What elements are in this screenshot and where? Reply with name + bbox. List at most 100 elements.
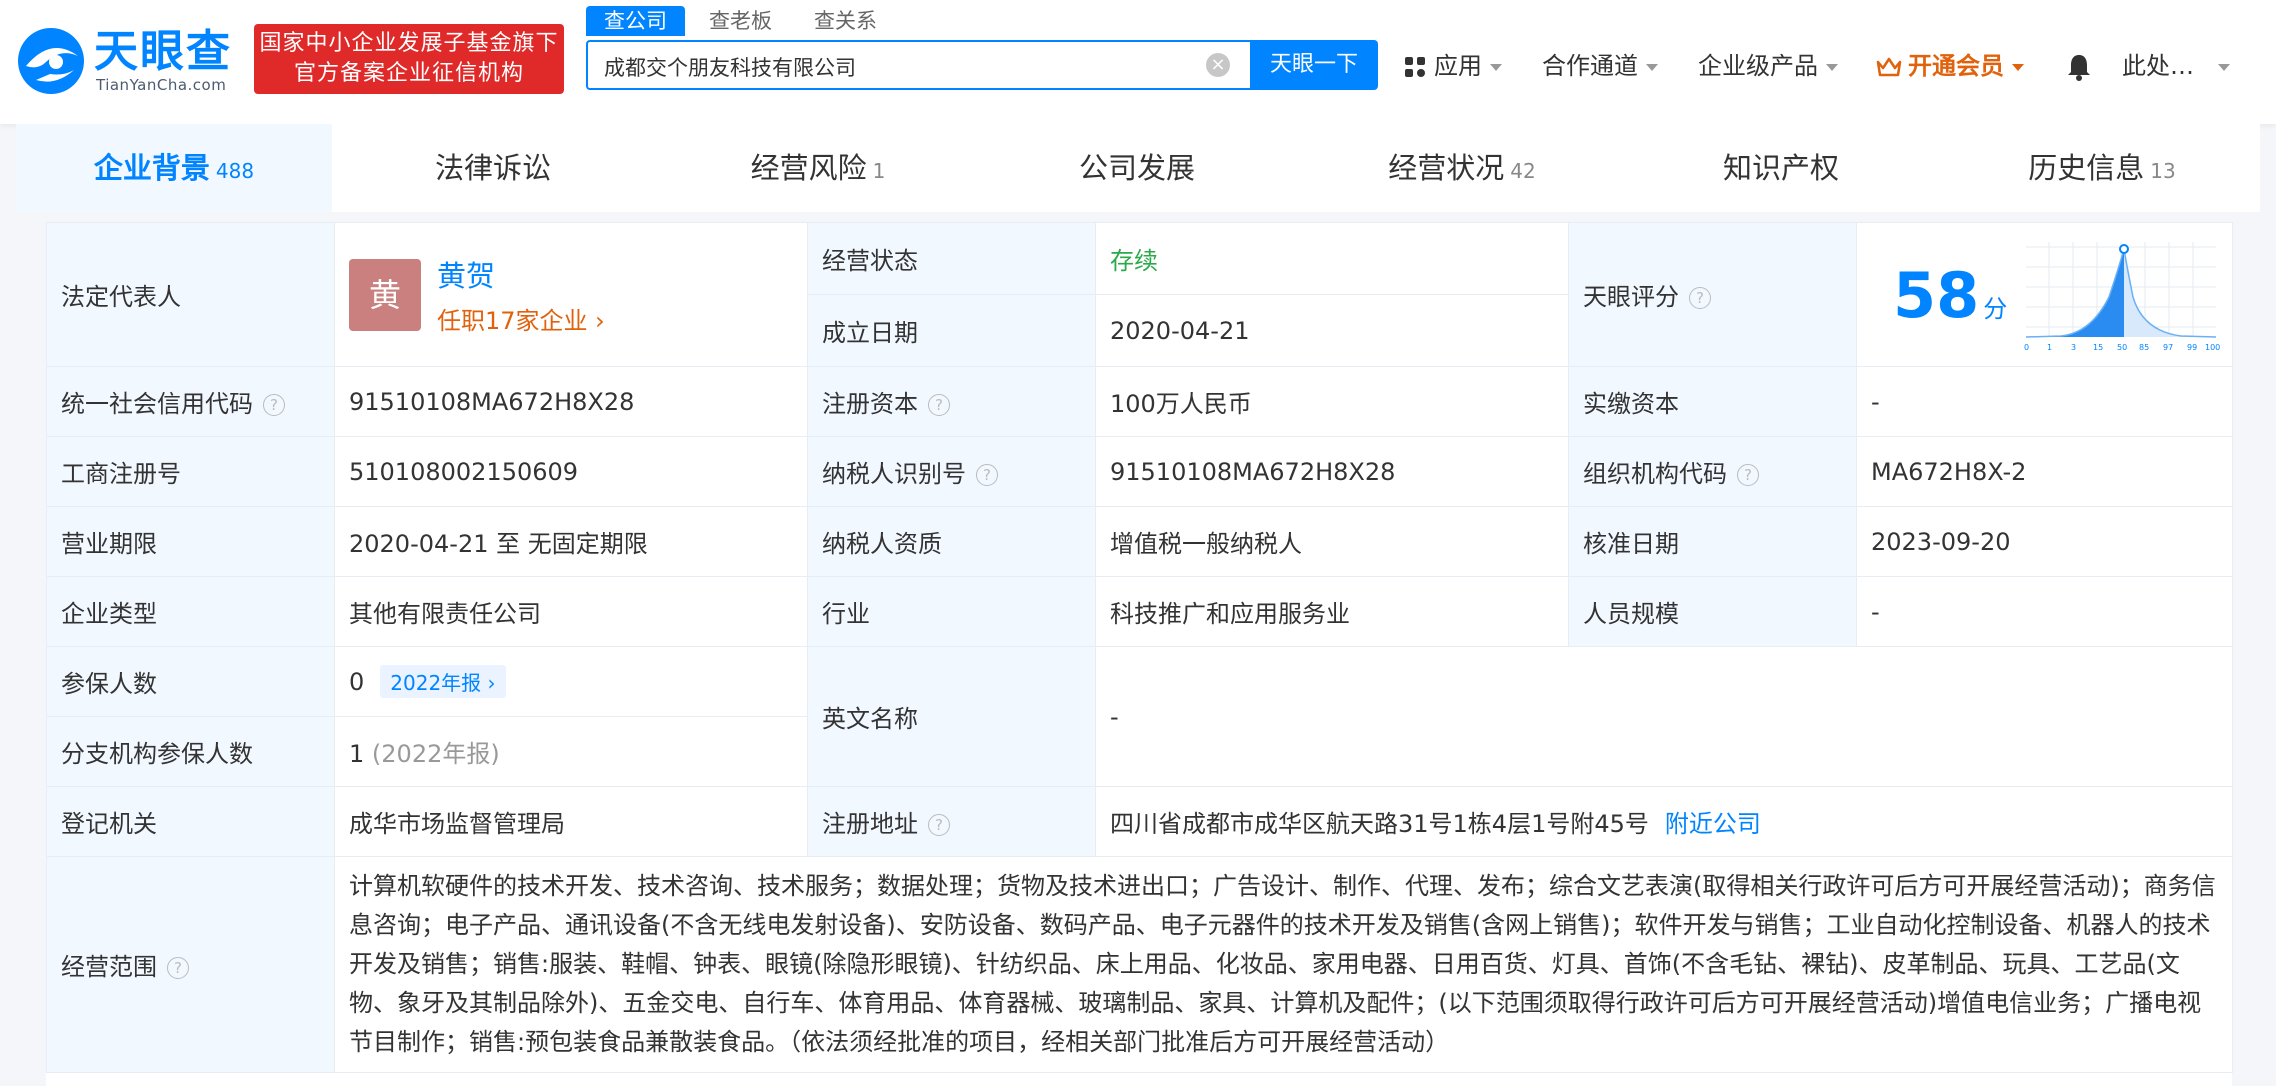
logo-domain: TianYanCha.com xyxy=(96,76,227,94)
score-axis-label: 100 xyxy=(2205,343,2220,352)
tab-company-background[interactable]: 企业背景 488 xyxy=(16,124,332,212)
logo-eye-icon xyxy=(18,28,84,94)
reg-capital-label-cell: 注册资本? xyxy=(807,366,1096,437)
registrar-label: 登记机关 xyxy=(46,786,335,857)
tab-legal-litigation[interactable]: 法律诉讼 xyxy=(338,124,654,212)
branch-insured-label: 分支机构参保人数 xyxy=(46,716,335,787)
address-label: 注册地址 xyxy=(822,810,918,838)
english-name-value: - xyxy=(1095,646,2233,787)
legal-rep-label: 法定代表人 xyxy=(46,222,335,367)
chevron-down-icon xyxy=(1826,63,1838,71)
tab-company-development[interactable]: 公司发展 xyxy=(982,124,1298,212)
established-value: 2020-04-21 xyxy=(1095,294,1569,367)
branch-insured-value: 1 xyxy=(349,740,365,768)
org-code-value: MA672H8X-2 xyxy=(1856,436,2233,507)
nearby-companies-link[interactable]: 附近公司 xyxy=(1665,810,1761,838)
tab-operating-status[interactable]: 经营状况 42 xyxy=(1304,124,1620,212)
biz-reg-no-value: 510108002150609 xyxy=(334,436,808,507)
tab-history[interactable]: 历史信息 13 xyxy=(1944,124,2260,212)
insured-cell: 0 2022年报 › xyxy=(334,646,808,717)
search-input[interactable] xyxy=(602,52,1186,82)
score-cell[interactable]: 58 分 0 1 3 15 50 85 97 99 100 xyxy=(1856,222,2233,367)
tab-operating-risk[interactable]: 经营风险 1 xyxy=(660,124,976,212)
score-axis-label: 3 xyxy=(2071,343,2076,352)
nav-partner-label: 合作通道 xyxy=(1542,52,1638,80)
scope-label: 经营范围 xyxy=(61,953,157,981)
branch-insured-note: (2022年报) xyxy=(371,740,500,768)
reg-capital-label: 注册资本 xyxy=(822,390,918,418)
annual-report-tag[interactable]: 2022年报 › xyxy=(380,665,506,698)
nav-partner[interactable]: 合作通道 xyxy=(1542,46,1658,86)
tab-label: 经营风险 xyxy=(750,151,867,185)
score-axis-label: 15 xyxy=(2093,343,2103,352)
org-code-label: 组织机构代码 xyxy=(1583,460,1727,488)
help-icon[interactable]: ? xyxy=(1689,287,1711,309)
tab-count: 1 xyxy=(872,159,886,183)
crown-icon xyxy=(1876,57,1902,77)
term-value: 2020-04-21 至 无固定期限 xyxy=(334,506,808,577)
legal-rep-cell: 黄 黄贺 任职17家企业 › xyxy=(334,222,808,367)
established-label: 成立日期 xyxy=(807,294,1096,367)
company-type-label: 企业类型 xyxy=(46,576,335,647)
tab-label: 历史信息 xyxy=(2028,151,2145,185)
taxpayer-qual-label: 纳税人资质 xyxy=(807,506,1096,577)
address-label-cell: 注册地址? xyxy=(807,786,1096,857)
bell-icon xyxy=(2068,55,2090,81)
insured-label: 参保人数 xyxy=(46,646,335,717)
credit-code-label-cell: 统一社会信用代码? xyxy=(46,366,335,437)
nav-apps-label: 应用 xyxy=(1434,52,1482,80)
gov-badge: 国家中小企业发展子基金旗下 官方备案企业征信机构 xyxy=(254,24,564,94)
taxpayer-id-label-cell: 纳税人识别号? xyxy=(807,436,1096,507)
help-icon[interactable]: ? xyxy=(976,464,998,486)
nav-vip[interactable]: 开通会员 xyxy=(1876,46,2024,86)
staff-size-label: 人员规模 xyxy=(1568,576,1857,647)
address-cell: 四川省成都市成华区航天路31号1栋4层1号附45号 附近公司 xyxy=(1095,786,2233,857)
nav-user[interactable]: 此处… xyxy=(2122,46,2230,86)
search-button[interactable]: 天眼一下 xyxy=(1250,40,1378,90)
nav-enterprise[interactable]: 企业级产品 xyxy=(1698,46,1838,86)
clear-icon[interactable]: × xyxy=(1206,53,1230,77)
address-value: 四川省成都市成华区航天路31号1栋4层1号附45号 xyxy=(1110,810,1649,838)
tab-label: 企业背景 xyxy=(93,151,210,185)
help-icon[interactable]: ? xyxy=(263,394,285,416)
score-value: 58 xyxy=(1893,258,1980,332)
tab-count: 13 xyxy=(2150,159,2176,183)
tab-intellectual-property[interactable]: 知识产权 xyxy=(1626,124,1942,212)
tab-label: 知识产权 xyxy=(1722,151,1839,185)
nav-vip-label: 开通会员 xyxy=(1908,52,2004,80)
legal-rep-roles-link[interactable]: 任职17家企业 › xyxy=(437,301,605,336)
nav-user-label: 此处… xyxy=(2122,52,2194,80)
avatar[interactable]: 黄 xyxy=(349,258,421,331)
tab-company[interactable]: 查公司 xyxy=(586,6,685,36)
notification-bell[interactable] xyxy=(2066,46,2092,86)
tab-label: 公司发展 xyxy=(1078,151,1195,185)
credit-code-value: 91510108MA672H8X28 xyxy=(334,366,808,437)
taxpayer-id-label: 纳税人识别号 xyxy=(822,460,966,488)
help-icon[interactable]: ? xyxy=(167,957,189,979)
legal-rep-roles: 任职17家企业 xyxy=(437,307,588,335)
chevron-down-icon xyxy=(2218,63,2230,71)
svg-text:0 1 3: 0 1 3 15 50 85 97 99 100 xyxy=(2024,343,2220,352)
paid-capital-label: 实缴资本 xyxy=(1568,366,1857,437)
company-type-value: 其他有限责任公司 xyxy=(334,576,808,647)
reg-capital-value: 100万人民币 xyxy=(1095,366,1569,437)
legal-rep-name[interactable]: 黄贺 xyxy=(437,253,605,295)
help-icon[interactable]: ? xyxy=(928,814,950,836)
chevron-right-icon: › xyxy=(481,671,496,695)
help-icon[interactable]: ? xyxy=(1737,464,1759,486)
nav-apps[interactable]: 应用 xyxy=(1404,46,1502,86)
english-name-label: 英文名称 xyxy=(807,646,1096,787)
tianyancha-logo[interactable]: 天眼查 TianYanCha.com xyxy=(16,26,240,96)
score-axis-label: 85 xyxy=(2139,343,2149,352)
taxpayer-id-value: 91510108MA672H8X28 xyxy=(1095,436,1569,507)
taxpayer-qual-value: 增值税一般纳税人 xyxy=(1095,506,1569,577)
scope-label-cell: 经营范围? xyxy=(46,856,335,1073)
industry-label: 行业 xyxy=(807,576,1096,647)
search-type-tabs: 查公司 查老板 查关系 xyxy=(586,6,901,36)
tab-relation[interactable]: 查关系 xyxy=(796,6,895,36)
tab-boss[interactable]: 查老板 xyxy=(691,6,790,36)
approval-date-label: 核准日期 xyxy=(1568,506,1857,577)
staff-size-value: - xyxy=(1856,576,2233,647)
help-icon[interactable]: ? xyxy=(928,394,950,416)
score-axis-label: 97 xyxy=(2163,343,2173,352)
